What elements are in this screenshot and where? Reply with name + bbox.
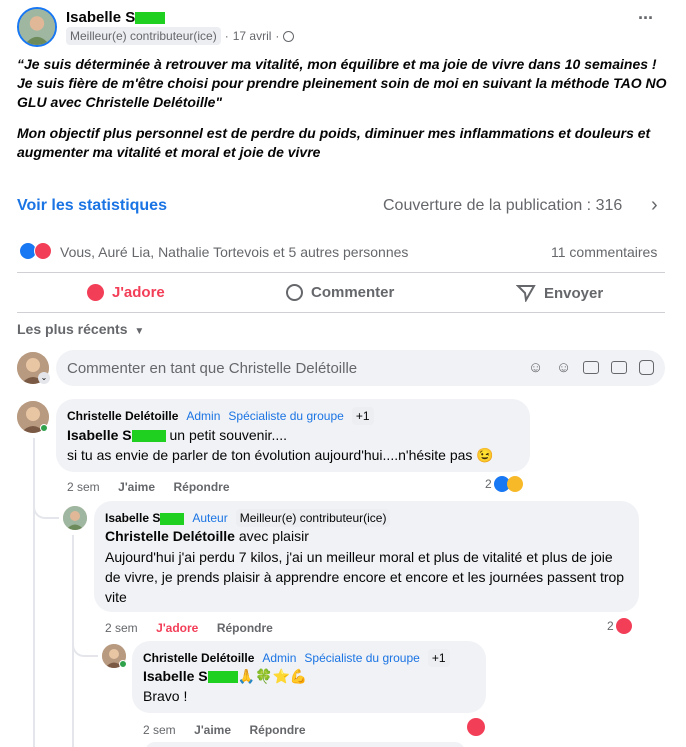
reaction-count: 2 bbox=[485, 477, 492, 491]
love-reaction-icon[interactable] bbox=[467, 718, 485, 736]
like-button[interactable]: J'aime bbox=[194, 723, 231, 737]
emoji-icon[interactable]: ☺ bbox=[556, 359, 571, 376]
comment-composer[interactable]: Commenter en tant que Christelle Delétoi… bbox=[56, 350, 665, 386]
love-button[interactable]: J'adore bbox=[87, 284, 165, 301]
comment-button[interactable]: Commenter bbox=[286, 284, 394, 301]
nested-reply-bubble: Christelle Delétoille Admin Spécialiste … bbox=[132, 641, 486, 713]
emoji-text: 🙏🍀⭐💪 bbox=[237, 668, 308, 684]
comment-label: Commenter bbox=[311, 284, 395, 301]
admin-label: Admin bbox=[262, 651, 297, 665]
sticker-icon[interactable] bbox=[639, 360, 654, 375]
separator: · bbox=[275, 29, 280, 43]
globe-icon bbox=[283, 30, 295, 42]
post-author-avatar[interactable] bbox=[17, 7, 57, 47]
reply-text: Bravo ! bbox=[143, 688, 188, 704]
care-reaction-icon bbox=[506, 476, 523, 492]
comment-author[interactable]: Christelle Delétoille bbox=[67, 409, 178, 423]
comment-sort-dropdown[interactable]: Les plus récents ▼ bbox=[17, 321, 144, 337]
badge-count[interactable]: +1 bbox=[351, 407, 374, 425]
thread-line bbox=[33, 495, 59, 519]
comment-input[interactable]: Commenter en tant que Christelle Delétoi… bbox=[67, 360, 357, 377]
post-coverage[interactable]: Couverture de la publication : 316 bbox=[383, 197, 622, 215]
love-button[interactable]: J'adore bbox=[156, 621, 198, 635]
reply-author[interactable]: Christelle Delétoille bbox=[143, 651, 254, 665]
more-options-icon[interactable]: ··· bbox=[638, 8, 654, 29]
like-button[interactable]: J'aime bbox=[118, 480, 155, 494]
thread-line bbox=[33, 438, 35, 747]
reactions-summary[interactable]: Vous, Auré Lia, Nathalie Tortevois et 5 … bbox=[60, 244, 408, 260]
comment-reactions[interactable]: 2 bbox=[485, 476, 523, 492]
reply-button[interactable]: Répondre bbox=[173, 480, 229, 494]
mention-link[interactable]: Christelle Delétoille bbox=[105, 528, 235, 544]
mention-link[interactable]: Isabelle S bbox=[143, 668, 208, 684]
comment-time[interactable]: 2 sem bbox=[67, 480, 100, 494]
reply-avatar[interactable] bbox=[63, 506, 87, 530]
love-reaction-icon bbox=[34, 242, 52, 260]
redacted-mark bbox=[160, 512, 185, 525]
post-date[interactable]: 17 avril bbox=[233, 29, 272, 43]
online-status-dot bbox=[119, 660, 127, 668]
post-quote: “Je suis déterminée à retrouver ma vital… bbox=[17, 56, 667, 110]
group-expert-label: Spécialiste du groupe bbox=[228, 409, 344, 423]
contributor-badge: Meilleur(e) contributeur(ice) bbox=[235, 509, 391, 527]
comment-text: si tu as envie de parler de ton évolutio… bbox=[67, 447, 494, 463]
love-reaction-icon bbox=[615, 618, 632, 634]
separator: · bbox=[224, 29, 229, 43]
divider bbox=[17, 312, 665, 313]
redacted-mark bbox=[135, 12, 166, 25]
group-expert-label: Spécialiste du groupe bbox=[304, 651, 420, 665]
thread-line bbox=[72, 633, 98, 657]
reaction-icons[interactable] bbox=[19, 242, 52, 260]
admin-label: Admin bbox=[186, 409, 221, 423]
divider bbox=[17, 272, 665, 273]
heart-icon bbox=[87, 284, 104, 301]
send-icon bbox=[516, 285, 536, 302]
camera-icon[interactable] bbox=[583, 361, 599, 374]
badge-count[interactable]: +1 bbox=[427, 649, 450, 667]
reply-time[interactable]: 2 sem bbox=[105, 621, 138, 635]
comments-count[interactable]: 11 commentaires bbox=[551, 244, 657, 260]
chevron-right-icon[interactable]: › bbox=[651, 194, 658, 217]
reply-button[interactable]: Répondre bbox=[249, 723, 305, 737]
comment-bubble: Christelle Delétoille Admin Spécialiste … bbox=[56, 399, 530, 472]
mention-link[interactable]: Isabelle S bbox=[67, 427, 132, 443]
view-statistics-link[interactable]: Voir les statistiques bbox=[17, 197, 167, 215]
comment-bubble-icon bbox=[286, 284, 303, 301]
caret-down-icon: ▼ bbox=[134, 326, 145, 337]
reply-reactions[interactable]: 2 bbox=[607, 618, 632, 634]
reply-button[interactable]: Répondre bbox=[217, 621, 273, 635]
send-button[interactable]: Envoyer bbox=[516, 284, 603, 302]
reply-text: avec plaisir bbox=[234, 528, 309, 544]
reply-time[interactable]: 2 sem bbox=[143, 723, 176, 737]
chevron-down-icon[interactable]: ⌄ bbox=[38, 372, 50, 384]
post-author-name[interactable]: Isabelle S bbox=[66, 9, 166, 26]
reply-author[interactable]: Isabelle S bbox=[105, 511, 185, 525]
avatar-sticker-icon[interactable]: ☺ bbox=[528, 359, 543, 376]
reply-bubble: Isabelle S Auteur Meilleur(e) contribute… bbox=[94, 501, 639, 612]
redacted-mark bbox=[207, 671, 238, 684]
comment-text: un petit souvenir.... bbox=[165, 427, 287, 443]
reaction-count: 2 bbox=[607, 619, 614, 633]
sort-label: Les plus récents bbox=[17, 321, 128, 337]
send-label: Envoyer bbox=[544, 284, 604, 302]
reply-text: Aujourd'hui j'ai perdu 7 kilos, j'ai un … bbox=[105, 549, 625, 605]
author-label: Auteur bbox=[192, 511, 228, 525]
online-status-dot bbox=[40, 424, 48, 432]
post-objective: Mon objectif plus personnel est de perdr… bbox=[17, 125, 651, 160]
gif-icon[interactable] bbox=[611, 361, 627, 374]
contributor-badge: Meilleur(e) contributeur(ice) bbox=[66, 27, 221, 45]
love-label: J'adore bbox=[112, 284, 165, 301]
next-reply-bubble bbox=[145, 742, 465, 747]
redacted-mark bbox=[131, 430, 166, 443]
